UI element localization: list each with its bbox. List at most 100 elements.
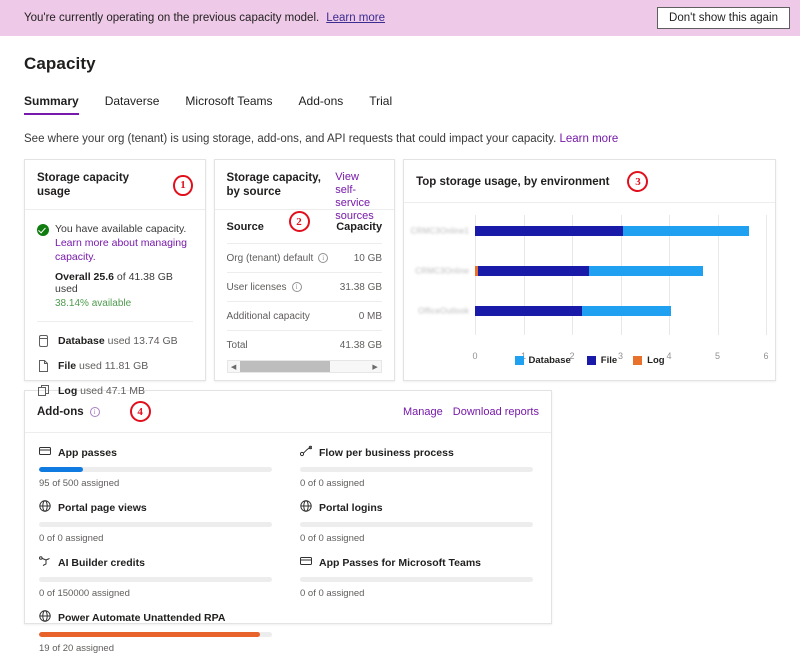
page-title: Capacity	[24, 54, 96, 73]
addon-assigned-text: 0 of 0 assigned	[300, 478, 365, 489]
legend-item-file[interactable]: File	[586, 355, 618, 366]
addons-list: App passes 95 of 500 assigned Flow per bus…	[25, 433, 551, 658]
legend-swatch	[514, 356, 524, 365]
addons-actions: Manage Download reports	[403, 406, 539, 418]
addon-progress-track	[300, 522, 533, 527]
addon-item: Portal page views 0 of 0 assigned	[39, 500, 272, 544]
addon-assigned-text: 19 of 20 assigned	[39, 643, 115, 654]
banner-message: You're currently operating on the previo…	[24, 12, 320, 24]
info-icon[interactable]: i	[89, 406, 100, 417]
y-axis-category-label: CRMC3Online1	[410, 226, 470, 236]
scrollbar-track[interactable]	[239, 361, 370, 372]
chart-bar-segment-database[interactable]	[581, 306, 672, 316]
addon-name: Portal page views	[58, 501, 147, 514]
table-row: Additional capacity 0 MB	[226, 302, 383, 331]
manage-link[interactable]: Manage	[403, 406, 443, 418]
dont-show-again-button[interactable]: Don't show this again	[657, 7, 790, 29]
chart-bar-segment-file[interactable]	[475, 306, 582, 316]
available-percent: 38.14% available	[55, 298, 132, 309]
banner-learn-more-link[interactable]: Learn more	[326, 12, 385, 24]
storage-usage-title: Storage capacity usage	[37, 172, 130, 198]
source-capacity: 41.38 GB	[339, 340, 383, 351]
tab-bar: Summary Dataverse Microsoft Teams Add-on…	[24, 94, 776, 115]
tab-microsoft-teams[interactable]: Microsoft Teams	[185, 94, 272, 115]
chart-bar-segment-database[interactable]	[622, 226, 750, 236]
legend-label: File	[600, 355, 618, 366]
tab-dataverse[interactable]: Dataverse	[105, 94, 160, 115]
overall-label: Overall	[55, 271, 91, 283]
app-passes-icon	[300, 555, 312, 570]
addon-progress-track	[39, 632, 272, 637]
addon-assigned-text: 0 of 150000 assigned	[39, 588, 130, 599]
addon-assigned-text: 0 of 0 assigned	[39, 533, 104, 544]
addon-name: AI Builder credits	[58, 556, 145, 569]
tab-add-ons[interactable]: Add-ons	[299, 94, 344, 115]
chart-legend: Database File Log	[404, 355, 775, 366]
source-name: User licenses	[226, 281, 287, 293]
annotation-marker-4: 4	[129, 401, 151, 422]
storage-source-table: Source 2 Capacity Org (tenant) default i…	[215, 210, 395, 360]
addon-progress-track	[300, 577, 533, 582]
storage-row-database: Database used 13.74 GB	[37, 335, 193, 347]
download-reports-link[interactable]: Download reports	[453, 406, 539, 418]
annotation-marker-3: 3	[627, 171, 649, 192]
page-subtitle-link[interactable]: Learn more	[559, 133, 618, 145]
column-header-capacity: Capacity	[336, 220, 383, 233]
legend-item-database[interactable]: Database	[514, 355, 571, 366]
table-header-row: Source 2 Capacity	[226, 210, 383, 244]
addon-item: Power Automate Unattended RPA 19 of 20 as…	[39, 610, 272, 654]
addons-card: Add-ons i 4 Manage Download reports App …	[24, 390, 552, 654]
addon-label-row: Power Automate Unattended RPA	[39, 610, 272, 625]
divider	[37, 321, 193, 322]
addon-assigned-text: 0 of 0 assigned	[300, 588, 365, 599]
addon-name: Portal logins	[319, 501, 383, 514]
addon-progress-track	[39, 577, 272, 582]
addon-assigned-text: 0 of 0 assigned	[300, 533, 365, 544]
horizontal-scrollbar[interactable]: ◀ ▶	[226, 360, 383, 373]
scroll-left-icon[interactable]: ◀	[228, 363, 240, 371]
legend-swatch	[633, 356, 643, 365]
y-axis-category-label: CRMC3Online	[415, 266, 470, 276]
addon-name: Power Automate Unattended RPA	[58, 611, 226, 624]
ai-builder-icon	[39, 555, 51, 570]
legend-label: Database	[528, 355, 571, 366]
storage-usage-header: Storage capacity usage 1	[25, 160, 205, 210]
source-name: Org (tenant) default	[226, 252, 314, 264]
scrollbar-thumb[interactable]	[239, 361, 331, 372]
addon-progress-track	[39, 467, 272, 472]
top-storage-by-environment-card: Top storage usage, by environment 3 0123…	[403, 159, 777, 381]
chart-bar-row: OfficeOutlook	[418, 299, 761, 323]
addon-assigned-text: 95 of 500 assigned	[39, 478, 120, 489]
page-subtitle: See where your org (tenant) is using sto…	[24, 133, 776, 145]
file-icon	[37, 360, 50, 372]
addon-item: Portal logins 0 of 0 assigned	[300, 500, 533, 544]
y-axis-category-label: OfficeOutlook	[418, 306, 470, 316]
chart-title: Top storage usage, by environment	[416, 175, 610, 188]
storage-row-name: File	[58, 360, 77, 372]
scroll-right-icon[interactable]: ▶	[369, 363, 381, 371]
storage-row-value: used 13.74 GB	[107, 335, 178, 347]
chart-bar-segment-file[interactable]	[475, 226, 623, 236]
tab-summary[interactable]: Summary	[24, 94, 79, 115]
chart-bar-segment-file[interactable]	[477, 266, 590, 276]
flow-icon	[299, 445, 313, 460]
info-icon[interactable]: i	[291, 282, 302, 292]
addons-title: Add-ons	[37, 405, 84, 418]
chart-header: Top storage usage, by environment 3	[404, 160, 776, 203]
table-row: User licenses i 31.38 GB	[226, 273, 383, 302]
check-circle-icon	[37, 224, 49, 236]
chart-bar-segment-database[interactable]	[589, 266, 703, 276]
tab-trial[interactable]: Trial	[369, 94, 392, 115]
storage-bar-chart: 0 1 2 3 4 5 6 CRMC3Online1 CRMC3Online OfficeOutl…	[404, 203, 775, 386]
managing-capacity-link[interactable]: Learn more about managing capacity.	[55, 237, 187, 263]
chart-plot-area: 0 1 2 3 4 5 6 CRMC3Online1 CRMC3Online OfficeOutl…	[411, 215, 769, 361]
addon-label-row: App Passes for Microsoft Teams	[300, 555, 533, 570]
globe-icon	[300, 500, 312, 515]
column-header-source: Source	[226, 220, 264, 233]
info-icon[interactable]: i	[318, 253, 329, 263]
storage-row-value: used 11.81 GB	[79, 360, 149, 372]
legend-item-log[interactable]: Log	[633, 355, 665, 366]
addon-label-row: App passes	[39, 445, 272, 460]
capacity-model-banner: You're currently operating on the previo…	[0, 0, 800, 36]
legend-label: Log	[647, 355, 665, 366]
